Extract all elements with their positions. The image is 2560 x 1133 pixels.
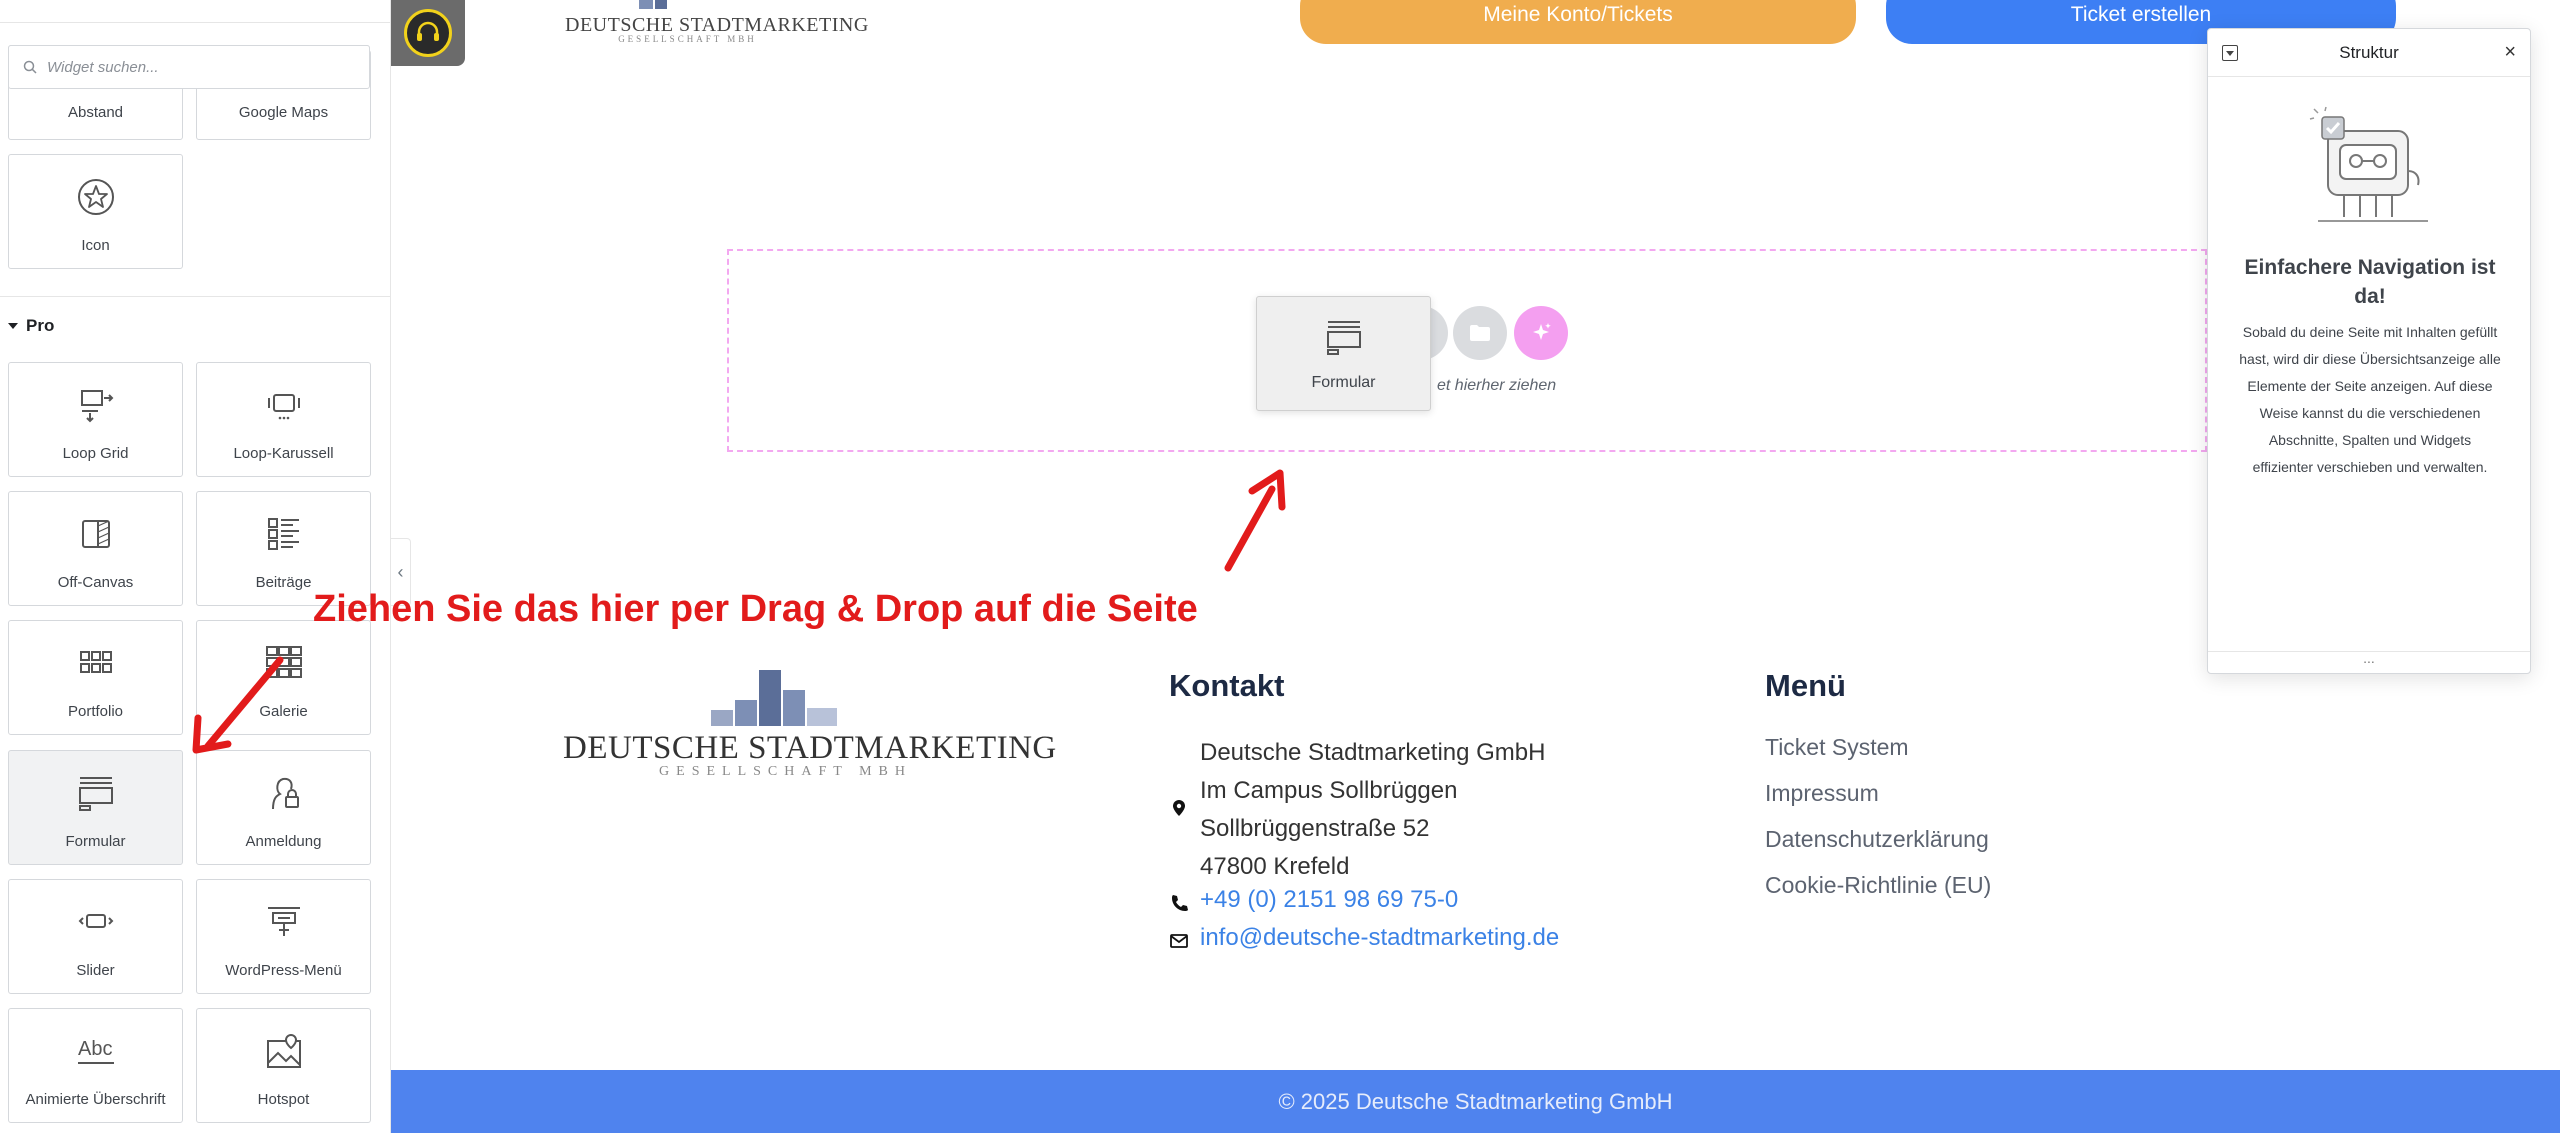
- template-library-button[interactable]: [1453, 306, 1507, 360]
- widget-tile-label: Loop Grid: [62, 445, 129, 462]
- ai-generate-button[interactable]: [1514, 306, 1568, 360]
- off-canvas-icon: [74, 512, 118, 556]
- widget-search-input[interactable]: [47, 54, 357, 80]
- phone-icon: [1169, 893, 1189, 913]
- resize-handle[interactable]: ...: [2208, 651, 2530, 673]
- footer-menu-item[interactable]: Impressum: [1765, 780, 1879, 807]
- headset-icon: [404, 9, 452, 57]
- widget-tile-label: Beiträge: [255, 574, 312, 591]
- widget-panel: Abstand Google Maps Icon Pro: [0, 0, 391, 1133]
- widget-tile-label: Formular: [65, 833, 126, 850]
- widget-tile-label: Google Maps: [238, 104, 329, 121]
- star-icon: [74, 175, 118, 219]
- portfolio-icon: [74, 641, 118, 685]
- copyright-bar: © 2025 Deutsche Stadtmarketing GmbH: [391, 1070, 2560, 1133]
- email-link[interactable]: info@deutsche-stadtmarketing.de: [1200, 924, 1559, 952]
- footer-logo[interactable]: DEUTSCHE STADTMARKETING GESELLSCHAFT MBH: [563, 668, 1057, 780]
- email-icon: [1169, 931, 1189, 951]
- widget-tile-label: Portfolio: [67, 703, 124, 720]
- slider-icon: [74, 900, 118, 944]
- widget-tile-label: Loop-Karussell: [233, 445, 334, 462]
- location-pin-icon: [1169, 798, 1189, 818]
- drop-zone-hint: et hierher ziehen: [1437, 377, 1557, 394]
- loop-carousel-icon: [262, 383, 306, 427]
- logo-subtitle: GESELLSCHAFT MBH: [618, 34, 757, 44]
- editor-screen: Abstand Google Maps Icon Pro: [0, 0, 2560, 1133]
- widget-tile-loop-carousel[interactable]: Loop-Karussell: [196, 362, 371, 477]
- address-line: Im Campus Sollbrüggen: [1200, 777, 1458, 804]
- chevron-left-icon: ‹: [397, 561, 404, 582]
- widget-tile-label: Slider: [76, 962, 115, 979]
- contact-heading: Kontakt: [1169, 668, 1285, 703]
- widget-tile-hotspot[interactable]: Hotspot: [196, 1008, 371, 1123]
- section-divider: [0, 296, 390, 297]
- pro-section-title: Pro: [26, 316, 55, 335]
- pro-section-toggle[interactable]: Pro: [8, 316, 54, 336]
- logo-subtitle: GESELLSCHAFT MBH: [659, 764, 912, 779]
- footer-menu-item[interactable]: Datenschutzerklärung: [1765, 826, 1989, 853]
- header-logo[interactable]: DEUTSCHE STADTMARKETING GESELLSCHAFT MBH: [565, 0, 868, 46]
- search-icon: [23, 60, 37, 74]
- close-icon[interactable]: ×: [2504, 41, 2516, 64]
- widget-tile-login[interactable]: Anmeldung: [196, 750, 371, 865]
- dragged-widget-formular[interactable]: Formular: [1256, 296, 1431, 411]
- widget-tile-label: Animierte Überschrift: [25, 1091, 166, 1108]
- nav-menu-icon: [262, 900, 306, 944]
- copyright-text: © 2025 Deutsche Stadtmarketing GmbH: [1278, 1088, 1673, 1114]
- logo-graphic: [711, 670, 837, 726]
- address-block: Deutsche Stadtmarketing GmbH Im Campus S…: [1200, 734, 1545, 886]
- structure-panel-header: Struktur ×: [2208, 29, 2530, 77]
- footer-menu-item[interactable]: Ticket System: [1765, 734, 1909, 761]
- caret-down-icon: [8, 323, 18, 329]
- widget-tile-label: Anmeldung: [245, 833, 322, 850]
- hotspot-icon: [262, 1029, 306, 1073]
- widget-tile-off-canvas[interactable]: Off-Canvas: [8, 491, 183, 606]
- login-icon: [262, 771, 306, 815]
- widget-tile-form[interactable]: Formular: [8, 750, 183, 865]
- structure-panel-title: Struktur: [2339, 43, 2399, 62]
- widget-tile-slider[interactable]: Slider: [8, 879, 183, 994]
- structure-panel-description: Sobald du deine Seite mit Inhalten gefül…: [2239, 324, 2501, 475]
- loop-grid-icon: [74, 383, 118, 427]
- widget-tile-loop-grid[interactable]: Loop Grid: [8, 362, 183, 477]
- posts-icon: [262, 512, 306, 556]
- widget-tile-nav-menu[interactable]: WordPress-Menü: [196, 879, 371, 994]
- svg-text:Abc: Abc: [78, 1038, 112, 1060]
- address-line: Deutsche Stadtmarketing GmbH: [1200, 739, 1546, 766]
- logo-title: DEUTSCHE STADTMARKETING: [563, 730, 1057, 766]
- widget-tile-label: WordPress-Menü: [225, 962, 342, 979]
- form-icon: [1324, 317, 1364, 362]
- widget-tile-label: Icon: [81, 237, 110, 254]
- widget-search-cover: [8, 45, 370, 89]
- dragged-widget-label: Formular: [1311, 374, 1376, 391]
- widget-tile-portfolio[interactable]: Portfolio: [8, 620, 183, 735]
- phone-link[interactable]: +49 (0) 2151 98 69 75-0: [1200, 886, 1458, 914]
- animated-headline-icon: Abc: [74, 1029, 118, 1073]
- structure-panel: Struktur × Einfachere Navigation ist da!…: [2207, 28, 2531, 674]
- widget-tile-label: Hotspot: [257, 1091, 310, 1108]
- robot-illustration: [2309, 106, 2428, 222]
- widget-tile-icon[interactable]: Icon: [8, 154, 183, 269]
- address-line: Sollbrüggenstraße 52: [1200, 815, 1430, 842]
- account-tickets-button[interactable]: Meine Konto/Tickets: [1300, 0, 1856, 44]
- sparkle-icon: [1533, 323, 1551, 340]
- address-line: 47800 Krefeld: [1200, 853, 1350, 880]
- annotation-arrow-up: [1224, 469, 1286, 572]
- widget-tile-label: Abstand: [67, 104, 124, 121]
- form-icon: [74, 771, 118, 815]
- footer-menu-item[interactable]: Cookie-Richtlinie (EU): [1765, 872, 1991, 899]
- folder-icon: [1470, 325, 1490, 341]
- annotation-arrow-down: [192, 656, 284, 754]
- support-button[interactable]: [391, 0, 465, 66]
- menu-heading: Menü: [1765, 668, 1846, 703]
- widget-tile-label: Off-Canvas: [57, 574, 134, 591]
- structure-panel-heading: Einfachere Navigation ist da!: [2244, 256, 2496, 308]
- widget-tile-animated-headline[interactable]: Abc Animierte Überschrift: [8, 1008, 183, 1123]
- instruction-annotation: Ziehen Sie das hier per Drag & Drop auf …: [313, 588, 1198, 630]
